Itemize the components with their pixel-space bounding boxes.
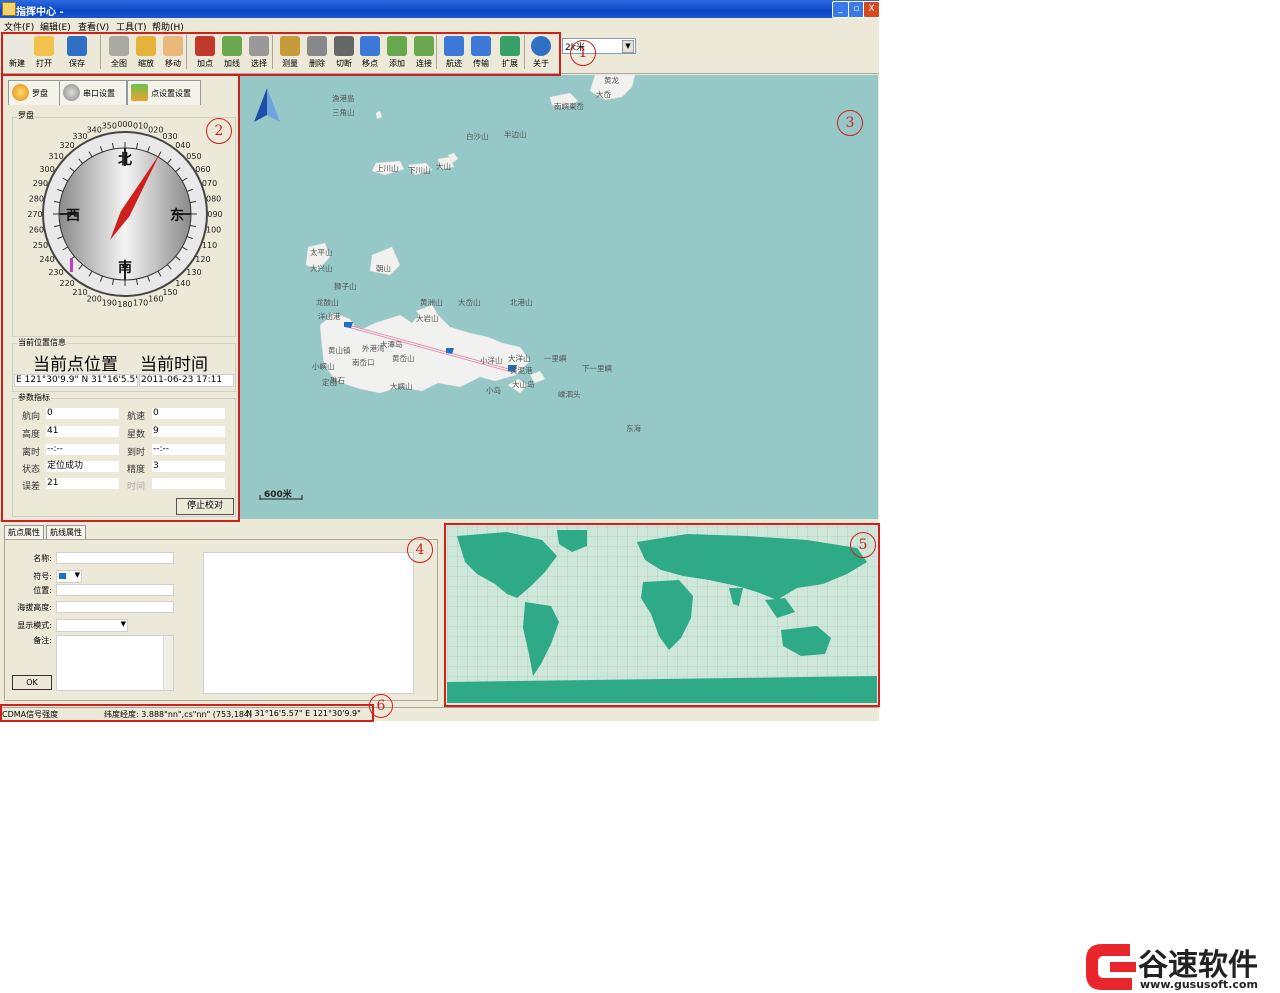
map-place-label: 嵊泗头 [558, 390, 581, 399]
map-place-label: 黄岙山 [392, 354, 415, 363]
map-place-label: 北港山 [510, 298, 533, 307]
ok-button[interactable]: OK [12, 675, 52, 690]
map-place-label: 上川山 [376, 164, 399, 173]
window-title: 指挥中心 - [16, 7, 64, 18]
map-place-label: 狮子山 [334, 282, 357, 291]
north-arrow-icon [254, 88, 280, 122]
field-label-position: 位置: [33, 586, 52, 595]
field-label-display-mode: 显示模式: [17, 621, 52, 630]
name-field[interactable] [56, 552, 174, 564]
minimize-button[interactable]: _ [832, 1, 849, 18]
map-place-label: 三角山 [332, 108, 355, 117]
chevron-down-icon: ▼ [120, 620, 126, 628]
map-place-label: 外港湾 [362, 344, 385, 353]
map-place-label: 大山岛 [512, 380, 535, 389]
field-label-notes: 备注: [33, 636, 52, 645]
annotation-marker-2: 2 [206, 118, 232, 144]
annotation-marker-3: 3 [837, 110, 863, 136]
map-place-label: 南岙口 [352, 358, 375, 367]
map-place-label: 黄泥港 [510, 366, 533, 375]
map-place-label: 大洋山 [508, 354, 531, 363]
close-button[interactable]: X [863, 1, 880, 18]
map-place-label: 小洋山 [480, 356, 503, 365]
map-place-label: 白沙山 [466, 132, 489, 141]
map-place-label: 大岙山 [458, 298, 481, 307]
display-mode-select[interactable]: ▼ [56, 619, 128, 632]
annotation-box-overview [444, 523, 880, 707]
map-place-label: 朝山 [376, 264, 391, 273]
brand-watermark: 谷速软件 www.gususoft.com [1082, 938, 1278, 993]
title-bar: 指挥中心 - _ ▫ X [0, 0, 880, 18]
brand-logo-icon [1086, 944, 1136, 990]
symbol-select[interactable]: ▼ [56, 570, 82, 583]
map-place-label: 大嶼山 [390, 382, 413, 391]
map-place-label: 漁港島 [332, 94, 355, 103]
field-label-name: 名称: [33, 554, 52, 563]
menu-bar: 文件(F) 编辑(E) 查看(V) 工具(T) 帮助(H) [0, 18, 879, 33]
chevron-down-icon: ▼ [74, 571, 80, 579]
map-place-label: 太平山 [310, 248, 333, 257]
map-place-label: 定山 [322, 378, 337, 387]
map-place-label: 洋山港 [318, 312, 341, 321]
notes-textarea[interactable] [56, 635, 174, 691]
app-icon [2, 2, 16, 16]
map-place-label: 下一里嶼 [582, 364, 612, 373]
tab-route-props[interactable]: 航线属性 [46, 525, 86, 539]
annotation-marker-4: 4 [407, 537, 433, 563]
annotation-marker-6: 6 [369, 694, 393, 718]
map-place-label: 小嶼山 [312, 362, 335, 371]
map-place-label: 一里嶼 [544, 354, 567, 363]
map-view[interactable]: 600米 漁港島三角山 黄龙大岙南嶼東岙白沙山 半边山大山 上川山 下川山太平山大兴山 朝… [240, 75, 878, 519]
chevron-down-icon[interactable]: ▼ [622, 40, 634, 53]
notes-scrollbar[interactable] [163, 636, 173, 690]
map-place-label: 大兴山 [310, 264, 333, 273]
brand-url: www.gususoft.com [1140, 978, 1258, 991]
position-field[interactable] [56, 584, 174, 596]
map-place-label: 大岙 [596, 90, 611, 99]
map-place-label: 下川山 [408, 166, 431, 175]
map-place-label: 东海 [626, 424, 641, 433]
flag-icon [59, 573, 66, 579]
map-place-label: 小岛 [486, 386, 501, 395]
map-place-label: 黄山镇 [328, 346, 351, 355]
annotation-marker-5: 5 [850, 532, 876, 558]
field-label-symbol: 符号: [33, 572, 52, 581]
preview-area [203, 552, 414, 694]
map-place-label: 大岩山 [416, 314, 439, 323]
map-place-label: 龙鼓山 [316, 298, 339, 307]
map-place-label: 黄洲山 [420, 298, 443, 307]
annotation-box-left-panel [1, 74, 240, 522]
altitude-field[interactable] [56, 601, 174, 613]
map-place-label: 大山 [436, 162, 451, 171]
annotation-marker-1: 1 [570, 40, 596, 66]
annotation-box-statusbar [0, 704, 374, 722]
map-place-label: 半边山 [504, 130, 527, 139]
map-scale-label: 600米 [264, 490, 292, 500]
map-place-label: 南嶼東岙 [554, 102, 584, 111]
field-label-altitude: 海拔高度: [17, 603, 52, 612]
tab-waypoint-props[interactable]: 航点属性 [4, 525, 44, 539]
map-place-label: 黄龙 [604, 76, 619, 85]
annotation-box-toolbar [1, 32, 561, 76]
